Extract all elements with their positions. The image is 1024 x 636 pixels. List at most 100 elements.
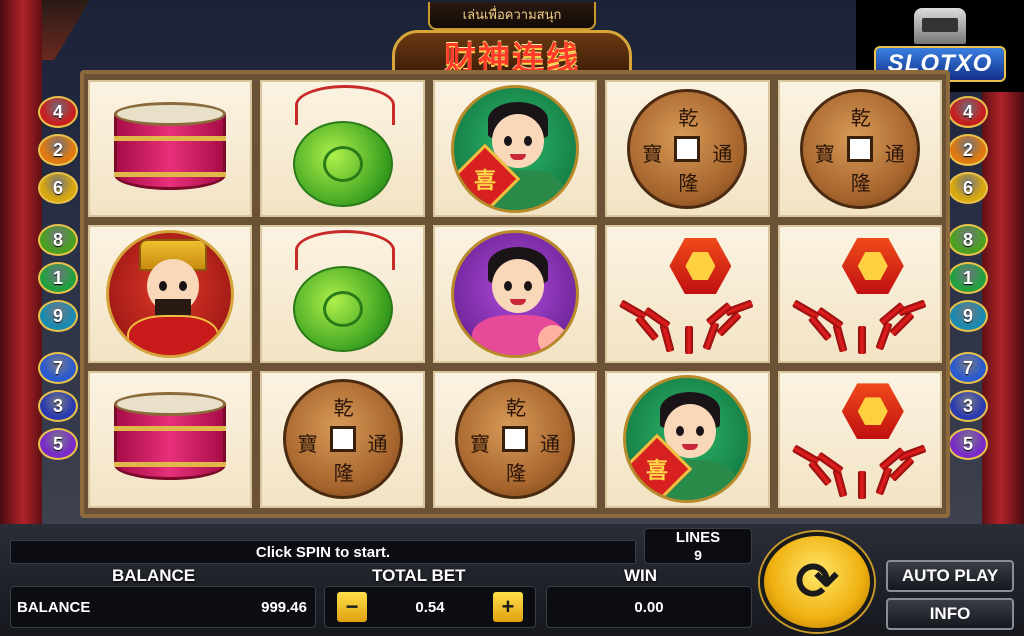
lines-value: 9 <box>694 547 702 563</box>
drum-top <box>114 101 227 126</box>
total-bet-label: TOTAL BET <box>372 566 466 585</box>
coin-symbol: 乾隆寶 通 <box>454 379 575 500</box>
bet-decrease-button[interactable]: − <box>337 592 367 622</box>
reel-cell: 乾隆寶 通 <box>605 80 770 218</box>
balance-inner-label: BALANCE <box>17 598 91 616</box>
drum-band <box>114 462 227 468</box>
reel-cell: 喜 <box>432 80 598 218</box>
coin-symbol: 乾隆寶 通 <box>282 379 403 500</box>
drum-band <box>114 171 227 177</box>
total-bet-value: 0.54 <box>415 598 445 616</box>
win-label: WIN <box>624 566 658 585</box>
coin-character: 乾 <box>850 105 871 130</box>
robe <box>127 314 220 355</box>
reel-cell <box>88 370 253 508</box>
pendant-cord <box>294 84 395 125</box>
auto-play-button[interactable]: AUTO PLAY <box>886 560 1014 592</box>
line-marker-4: 4 <box>38 96 78 128</box>
firecracker-stick <box>875 321 893 351</box>
drum-symbol <box>110 101 230 196</box>
balance-display: BALANCE 999.46 <box>10 586 316 628</box>
line-marker-5: 5 <box>948 428 988 460</box>
coin-hole <box>674 135 701 162</box>
coin-hole <box>329 426 356 453</box>
girl-red-sign-symbol: 喜 <box>450 84 579 213</box>
fortune-god-symbol <box>106 229 235 358</box>
coin-symbol: 乾隆寶 通 <box>799 88 920 209</box>
win-value: 0.00 <box>634 598 664 616</box>
firecracker-stick <box>875 466 893 496</box>
slot-machine-icon <box>914 8 966 44</box>
line-marker-6: 6 <box>948 172 988 204</box>
status-message: Click SPIN to start. <box>10 540 636 564</box>
line-markers-right: 4 2 6 8 1 9 7 3 5 <box>948 96 988 460</box>
line-marker-1: 1 <box>38 262 78 294</box>
reel-cell <box>777 370 942 508</box>
firecracker-bundle <box>669 237 732 294</box>
reel-cell <box>260 80 425 218</box>
reel-cell <box>432 225 598 363</box>
line-marker-6: 6 <box>38 172 78 204</box>
mouth <box>509 153 526 160</box>
eye <box>503 280 512 291</box>
lucky-sign-character: 喜 <box>646 459 669 485</box>
drum-symbol <box>110 392 230 486</box>
coin-character: 寶 <box>642 141 663 166</box>
lucky-sign-character: 喜 <box>473 168 496 194</box>
line-marker-2: 2 <box>948 134 988 166</box>
eye <box>503 135 512 146</box>
mode-tab: เล่นเพื่อความสนุก <box>428 2 596 30</box>
coin-symbol: 乾隆寶 通 <box>627 88 748 209</box>
info-button[interactable]: INFO <box>886 598 1014 630</box>
line-marker-7: 7 <box>948 352 988 384</box>
firecracker-stick <box>857 471 866 500</box>
coin-character: 通 <box>539 432 560 457</box>
lines-display: LINES 9 <box>644 528 752 564</box>
jade-pendant-symbol <box>279 84 407 213</box>
firecracker-bundle <box>841 237 904 294</box>
line-marker-8: 8 <box>38 224 78 256</box>
reel-cell: 乾隆寶 通 <box>777 80 942 218</box>
reel-cell <box>88 225 253 363</box>
refresh-arrows-icon: ⟳ <box>795 553 839 611</box>
girl-peach-symbol <box>450 229 579 358</box>
peach <box>537 324 568 355</box>
coin-character: 寶 <box>814 141 835 166</box>
eye <box>523 280 532 291</box>
coin-character: 乾 <box>678 105 699 130</box>
reel-frame: 喜乾隆寶通乾隆寶通乾隆寶通乾隆寶通喜 <box>80 70 950 518</box>
bet-increase-button[interactable]: + <box>492 592 523 622</box>
balance-label: BALANCE <box>112 566 196 585</box>
drum-band <box>114 135 227 141</box>
line-marker-8: 8 <box>948 224 988 256</box>
coin-character: 通 <box>884 141 905 166</box>
line-marker-3: 3 <box>948 390 988 422</box>
line-marker-7: 7 <box>38 352 78 384</box>
pendant-cord <box>294 229 395 270</box>
reel-cell: 乾隆寶 通 <box>432 370 598 508</box>
firecracker-stick <box>659 323 675 353</box>
line-marker-2: 2 <box>38 134 78 166</box>
coin-character: 隆 <box>505 461 526 486</box>
line-marker-1: 1 <box>948 262 988 294</box>
firecracker-stick <box>857 325 866 354</box>
reel-grid: 喜乾隆寶通乾隆寶通乾隆寶通乾隆寶通喜 <box>88 80 942 508</box>
firecracker-stick <box>685 325 694 354</box>
lines-label: LINES <box>675 529 721 546</box>
line-marker-9: 9 <box>38 300 78 332</box>
reel-cell <box>88 80 253 218</box>
line-markers-left: 4 2 6 8 1 9 7 3 5 <box>38 96 78 460</box>
coin-character: 乾 <box>333 396 354 421</box>
reel-cell <box>605 225 770 363</box>
eye <box>523 135 532 146</box>
coin-character: 通 <box>712 141 733 166</box>
coin-hole <box>846 135 873 162</box>
jade-disc <box>292 265 393 352</box>
line-marker-4: 4 <box>948 96 988 128</box>
total-bet-control: − 0.54 + <box>324 586 536 628</box>
spin-button[interactable]: ⟳ <box>760 532 874 632</box>
line-marker-5: 5 <box>38 428 78 460</box>
coin-character: 通 <box>367 432 388 457</box>
coin-hole <box>501 426 528 453</box>
coin-character: 隆 <box>850 170 871 195</box>
